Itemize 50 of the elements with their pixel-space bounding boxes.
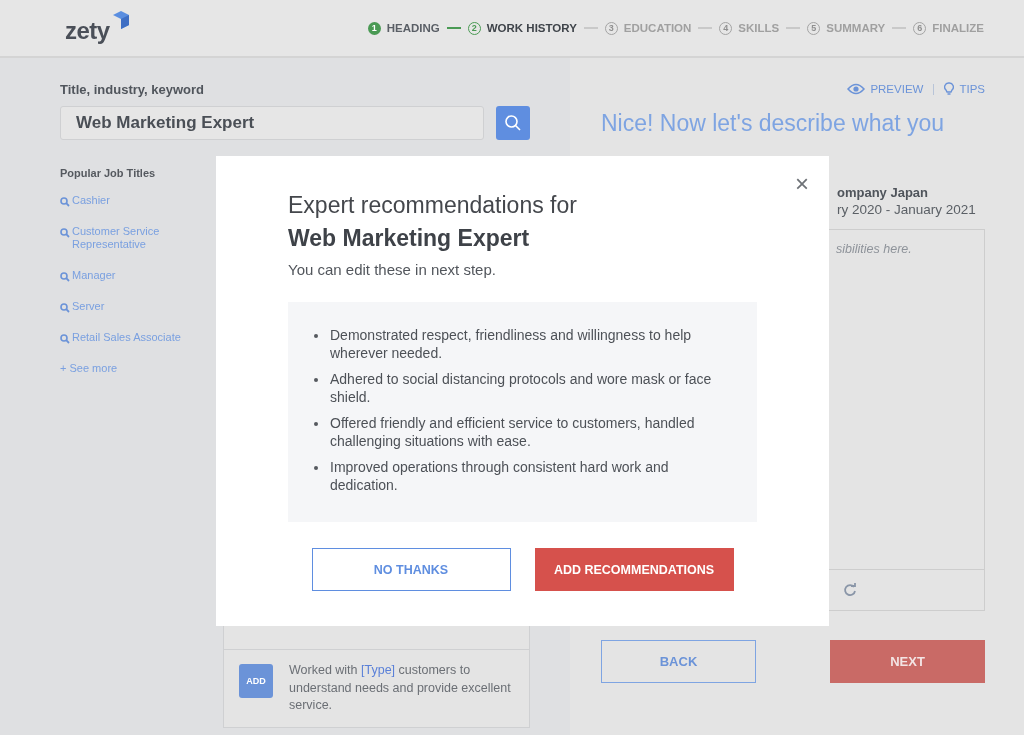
job-title-link[interactable]: Server: [60, 300, 201, 313]
add-recommendations-button[interactable]: ADD RECOMMENDATIONS: [534, 548, 734, 591]
recommendation-text: Improved operations through consistent hard work and dedication.: [330, 458, 670, 494]
field-label: Title, industry, keyword: [60, 82, 205, 97]
company-name: ompany Japan: [837, 185, 930, 200]
bullet-dot: [314, 378, 318, 382]
lightbulb-icon: [944, 82, 955, 96]
dialog-subtitle: You can edit these in next step.: [288, 261, 497, 278]
redo-icon[interactable]: [843, 583, 857, 597]
job-dates: ry 2020 - January 2021: [837, 202, 977, 217]
search-field[interactable]: Web Marketing Expert: [60, 106, 484, 140]
search-icon: [60, 334, 70, 344]
step-label: WORK HISTORY: [486, 22, 577, 34]
eye-icon: [847, 83, 866, 95]
bullet-dot: [314, 466, 318, 470]
suggestion-text: Worked with [Type] customers to understand needs and provide excellent service.: [289, 662, 512, 714]
no-thanks-button[interactable]: NO THANKS: [311, 548, 511, 591]
search-icon: [504, 114, 522, 132]
see-more-link[interactable]: + See more: [60, 362, 201, 374]
step-label: HEADING: [386, 22, 440, 34]
logo-wordmark: zety: [65, 17, 110, 45]
bullet-dot: [314, 422, 318, 426]
job-title-link[interactable]: Customer Service Representative: [60, 225, 201, 251]
recommendation-text: Offered friendly and efficient service to customers, handled challenging situations with ease.: [330, 414, 696, 450]
search-icon: [60, 228, 70, 238]
bullet-dot: [314, 334, 318, 338]
next-button[interactable]: NEXT: [830, 640, 985, 683]
close-button[interactable]: ×: [795, 172, 809, 196]
tips-link[interactable]: TIPS: [944, 82, 985, 96]
job-title: Web Marketing Expert: [288, 225, 531, 252]
dialog-title: Expert recommendations for: [288, 192, 578, 219]
step-label: EDUCATION: [623, 22, 692, 34]
step-number: 1: [367, 21, 381, 35]
job-title-link[interactable]: Cashier: [60, 194, 201, 207]
recommendation-text: Adhered to social distancing protocols and wore mask or face shield.: [330, 370, 713, 406]
job-title-link[interactable]: Retail Sales Associate: [60, 331, 201, 344]
search-button[interactable]: [496, 106, 530, 140]
preview-link[interactable]: PREVIEW: [847, 83, 924, 95]
search-icon: [60, 303, 70, 313]
back-button[interactable]: BACK: [601, 640, 756, 683]
step-label: SKILLS: [738, 22, 780, 34]
search-icon: [60, 197, 70, 207]
step-label: SUMMARY: [826, 22, 886, 34]
add-button[interactable]: ADD: [239, 664, 273, 698]
search-icon: [60, 272, 70, 282]
job-title-link[interactable]: Manager: [60, 269, 201, 282]
page-heading: Nice! Now let's describe what you: [601, 110, 946, 137]
step-label: FINALIZE: [932, 22, 984, 34]
recommendation-text: Demonstrated respect, friendliness and willingness to help wherever needed.: [330, 326, 693, 362]
popular-titles-heading: Popular Job Titles: [60, 167, 157, 179]
